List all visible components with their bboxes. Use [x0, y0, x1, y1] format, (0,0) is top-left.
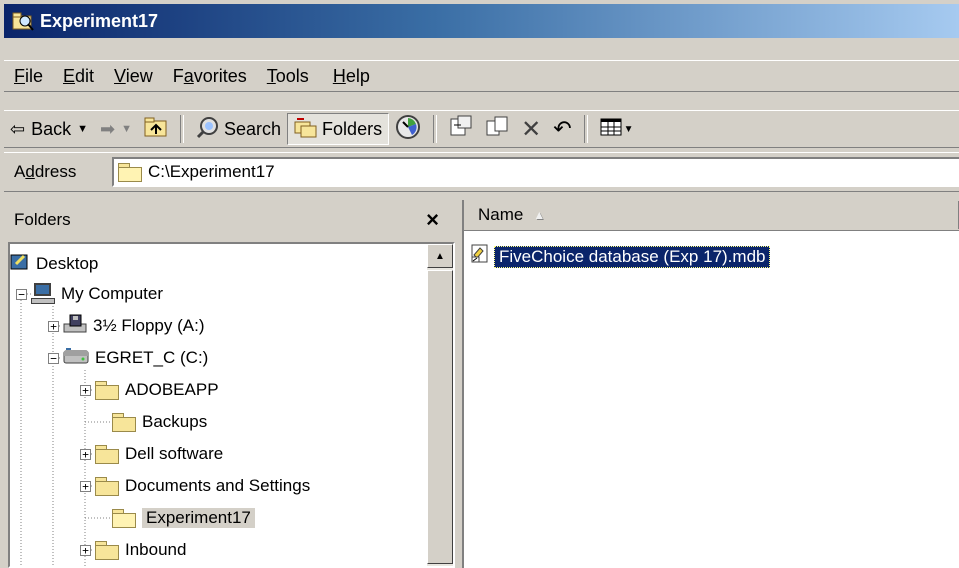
folders-pane-title: Folders	[14, 210, 71, 229]
tree-item-folder[interactable]: + Documents and Settings	[80, 470, 310, 502]
chevron-up-icon: ▲	[435, 250, 445, 262]
menu-edit[interactable]: Edit	[53, 66, 104, 87]
scroll-up-button[interactable]: ▲	[427, 244, 453, 268]
file-name: FiveChoice database (Exp 17).mdb	[494, 245, 771, 268]
menu-file[interactable]: File	[4, 66, 53, 87]
delete-button[interactable]: ✕	[515, 113, 547, 145]
collapse-icon[interactable]: −	[16, 288, 27, 300]
folders-button[interactable]: Folders	[287, 113, 390, 145]
folders-icon	[294, 116, 318, 143]
menu-help[interactable]: Help	[319, 66, 380, 87]
undo-icon: ↶	[553, 116, 572, 141]
address-bar: Address C:\Experiment17	[4, 152, 959, 192]
move-to-button[interactable]	[443, 113, 479, 145]
folder-tree: Desktop − My Computer + 3½ Floppy (A:) −…	[8, 242, 455, 568]
address-value: C:\Experiment17	[148, 162, 275, 181]
back-button[interactable]: ⇦ Back ▼	[4, 113, 94, 145]
menu-favorites[interactable]: Favorites	[163, 66, 257, 87]
chevron-down-icon[interactable]: ▼	[77, 123, 88, 135]
folder-icon	[112, 413, 136, 432]
toolbar-separator	[583, 115, 588, 143]
search-button[interactable]: Search	[190, 113, 287, 145]
expand-icon[interactable]: +	[80, 544, 91, 556]
access-database-icon	[470, 244, 490, 269]
address-label: Address	[14, 162, 77, 181]
tree-item-my-computer[interactable]: − My Computer	[16, 278, 163, 310]
menu-tools[interactable]: Tools	[257, 66, 319, 87]
forward-arrow-icon: ➡	[100, 118, 116, 139]
folder-icon	[95, 381, 119, 400]
tree-item-folder[interactable]: + Inbound	[80, 534, 186, 566]
computer-icon	[31, 283, 55, 305]
chevron-down-icon[interactable]: ▼	[624, 124, 634, 135]
scrollbar-thumb[interactable]	[427, 270, 453, 564]
column-header-bar: Name ▲	[464, 200, 959, 231]
close-icon[interactable]: ×	[426, 207, 439, 233]
expand-icon[interactable]: +	[48, 320, 59, 332]
folders-pane-header: Folders ×	[4, 200, 455, 240]
toolbar-separator	[433, 115, 438, 143]
folder-icon	[95, 445, 119, 464]
collapse-icon[interactable]: −	[48, 352, 59, 364]
expand-icon[interactable]: +	[80, 448, 91, 460]
file-item[interactable]: FiveChoice database (Exp 17).mdb	[470, 244, 771, 269]
explorer-window: Experiment17 File Edit View Favorites To…	[0, 0, 959, 568]
sort-ascending-icon: ▲	[533, 208, 546, 222]
copy-to-icon	[485, 115, 509, 144]
move-to-icon	[449, 115, 473, 144]
toolbar-separator	[180, 115, 184, 143]
folder-icon	[95, 477, 119, 496]
tree-item-floppy[interactable]: + 3½ Floppy (A:)	[48, 310, 205, 342]
folder-icon	[95, 541, 119, 560]
history-button[interactable]	[389, 113, 427, 145]
tree-item-drive-c[interactable]: − EGRET_C (C:)	[48, 342, 208, 374]
copy-to-button[interactable]	[479, 113, 515, 145]
column-header-name[interactable]: Name ▲	[464, 201, 959, 229]
forward-button[interactable]: ➡ ▼	[94, 113, 138, 145]
tree-item-folder-selected[interactable]: Experiment17	[112, 502, 255, 534]
back-arrow-icon: ⇦	[10, 118, 26, 139]
folder-open-icon	[112, 509, 136, 528]
title-bar[interactable]: Experiment17	[4, 4, 959, 38]
search-icon	[196, 115, 220, 144]
chevron-down-icon[interactable]: ▼	[121, 123, 132, 135]
tree-item-desktop[interactable]: Desktop	[10, 248, 98, 280]
window-title: Experiment17	[40, 10, 159, 31]
up-folder-icon	[144, 116, 168, 143]
menu-view[interactable]: View	[104, 66, 163, 87]
tree-item-folder[interactable]: + ADOBEAPP	[80, 374, 219, 406]
views-icon	[600, 117, 622, 142]
up-folder-button[interactable]	[138, 113, 174, 145]
file-list-pane: Name ▲ FiveChoice database (Exp 17).mdb	[462, 200, 959, 568]
expand-icon[interactable]: +	[80, 480, 91, 492]
tree-scrollbar[interactable]: ▲	[427, 244, 453, 566]
toolbar: ⇦ Back ▼ ➡ ▼ Search Folders ✕ ↶ ▼	[4, 110, 959, 148]
floppy-drive-icon	[63, 314, 87, 339]
tree-item-folder[interactable]: + Dell software	[80, 438, 223, 470]
undo-button[interactable]: ↶	[547, 113, 577, 145]
desktop-icon	[10, 252, 30, 277]
folders-pane: Folders × Desktop − My Computer + 3½ Flo…	[4, 200, 455, 568]
address-input[interactable]: C:\Experiment17	[112, 157, 959, 187]
menu-bar: File Edit View Favorites Tools Help	[4, 60, 959, 92]
delete-icon: ✕	[521, 115, 542, 143]
expand-icon[interactable]: +	[80, 384, 91, 396]
pane-splitter[interactable]	[455, 200, 462, 568]
tree-item-folder[interactable]: Backups	[112, 406, 207, 438]
views-button[interactable]: ▼	[594, 113, 640, 145]
hard-drive-icon	[63, 347, 89, 370]
folder-search-icon	[12, 10, 34, 32]
folder-open-icon	[118, 163, 142, 182]
history-icon	[395, 114, 421, 145]
